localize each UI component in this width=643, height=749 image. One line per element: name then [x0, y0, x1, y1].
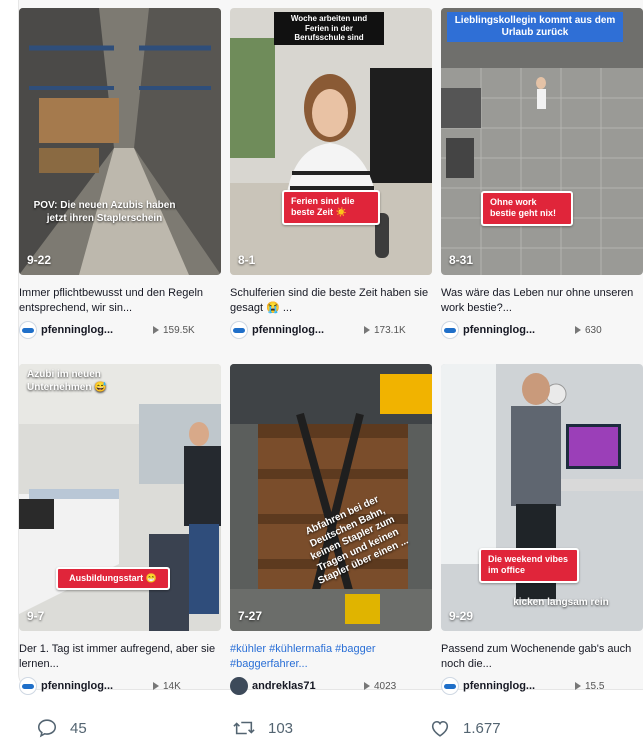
video-tile[interactable]: POV: Die neuen Azubis haben jetzt ihren …: [19, 8, 221, 339]
video-meta: pfenninglog... 15.5: [441, 677, 643, 695]
video-meta: pfenninglog... 14K: [19, 677, 221, 695]
video-thumbnail[interactable]: Azubi im neuen Unternehmen 😅 Ausbildungs…: [19, 364, 221, 631]
video-tile[interactable]: Azubi im neuen Unternehmen 😅 Ausbildungs…: [19, 364, 221, 695]
video-caption[interactable]: Der 1. Tag ist immer aufregend, aber sie…: [19, 642, 224, 672]
avatar[interactable]: [230, 677, 248, 695]
repost-count: 103: [268, 719, 294, 737]
video-top-caption: Azubi im neuen Unternehmen 😅: [27, 369, 107, 393]
video-sticker: Die weekend vibes im office: [479, 548, 579, 583]
play-count: 15.5: [575, 681, 604, 692]
play-icon: [153, 682, 159, 690]
username[interactable]: pfenninglog...: [41, 324, 153, 336]
video-sticker: Ausbildungsstart 😁: [56, 567, 170, 591]
video-thumbnail[interactable]: Woche arbeiten und Ferien in der Berufss…: [230, 8, 432, 275]
video-thumbnail[interactable]: Lieblingskollegin kommt aus dem Urlaub z…: [441, 8, 643, 275]
video-tile[interactable]: Lieblingskollegin kommt aus dem Urlaub z…: [441, 8, 643, 339]
video-thumbnail[interactable]: POV: Die neuen Azubis haben jetzt ihren …: [19, 8, 221, 275]
heart-icon: [431, 720, 449, 737]
video-date: 9-7: [27, 609, 45, 623]
play-icon: [153, 326, 159, 334]
wooden-crate-image: [230, 364, 432, 631]
video-top-caption: Woche arbeiten und Ferien in der Berufss…: [274, 12, 384, 45]
avatar[interactable]: [441, 321, 459, 339]
play-icon: [575, 326, 581, 334]
play-count: 4023: [364, 681, 396, 692]
avatar[interactable]: [19, 677, 37, 695]
play-icon: [575, 682, 581, 690]
username[interactable]: pfenninglog...: [463, 680, 575, 692]
video-sticker: Ferien sind die beste Zeit ☀️: [282, 190, 380, 225]
username[interactable]: pfenninglog...: [252, 324, 364, 336]
reply-count: 45: [70, 719, 87, 737]
play-count: 159.5K: [153, 325, 195, 336]
office-woman-image: [230, 8, 432, 275]
avatar[interactable]: [230, 321, 248, 339]
video-overlay-text: kicken langsam rein: [513, 597, 609, 608]
hallway-floor-image: [441, 8, 643, 275]
video-thumbnail[interactable]: Abfahren bei der Deutschen Bahn, keinen …: [230, 364, 432, 631]
reply-icon: [37, 719, 57, 738]
play-count: 630: [575, 325, 602, 336]
play-count: 173.1K: [364, 325, 406, 336]
play-icon: [364, 682, 370, 690]
video-top-caption: Lieblingskollegin kommt aus dem Urlaub z…: [447, 12, 623, 42]
video-meta: andreklas71 4023: [230, 677, 432, 695]
office-desk-image: [441, 364, 643, 631]
video-meta: pfenninglog... 173.1K: [230, 321, 432, 339]
video-caption[interactable]: #kühler #kühlermafia #bagger #baggerfahr…: [230, 642, 435, 672]
avatar[interactable]: [441, 677, 459, 695]
username[interactable]: pfenninglog...: [463, 324, 575, 336]
username[interactable]: pfenninglog...: [41, 680, 153, 692]
reply-button[interactable]: 45: [36, 717, 87, 739]
video-thumbnail[interactable]: Die weekend vibes im office kicken langs…: [441, 364, 643, 631]
play-count: 14K: [153, 681, 181, 692]
video-caption[interactable]: Schulferien sind die beste Zeit haben si…: [230, 286, 435, 316]
username[interactable]: andreklas71: [252, 680, 364, 692]
video-tile[interactable]: Abfahren bei der Deutschen Bahn, keinen …: [230, 364, 432, 695]
play-icon: [364, 326, 370, 334]
video-date: 8-1: [238, 253, 256, 267]
warehouse-aisle-image: [19, 8, 221, 275]
video-caption[interactable]: Passend zum Wochenende gab's auch noch d…: [441, 642, 643, 672]
video-tile[interactable]: Woche arbeiten und Ferien in der Berufss…: [230, 8, 432, 339]
like-button[interactable]: 1.677: [429, 717, 501, 739]
video-date: 9-22: [27, 253, 52, 267]
video-date: 7-27: [238, 609, 263, 623]
video-caption[interactable]: Was wäre das Leben nur ohne unseren work…: [441, 286, 643, 316]
video-meta: pfenninglog... 159.5K: [19, 321, 221, 339]
video-date: 8-31: [449, 253, 474, 267]
video-sticker: Ohne work bestie geht nix!: [481, 191, 573, 226]
video-date: 9-29: [449, 609, 474, 623]
video-meta: pfenninglog... 630: [441, 321, 643, 339]
like-count: 1.677: [463, 719, 501, 737]
repost-button[interactable]: 103: [232, 717, 293, 739]
tweet-actions: 45 103 1.677: [36, 717, 596, 745]
video-tile[interactable]: Die weekend vibes im office kicken langs…: [441, 364, 643, 695]
repost-icon: [233, 721, 255, 735]
video-caption[interactable]: Immer pflichtbewusst und den Regeln ents…: [19, 286, 224, 316]
reception-desk-image: [19, 364, 221, 631]
video-overlay-text: POV: Die neuen Azubis haben jetzt ihren …: [33, 200, 176, 224]
avatar[interactable]: [19, 321, 37, 339]
